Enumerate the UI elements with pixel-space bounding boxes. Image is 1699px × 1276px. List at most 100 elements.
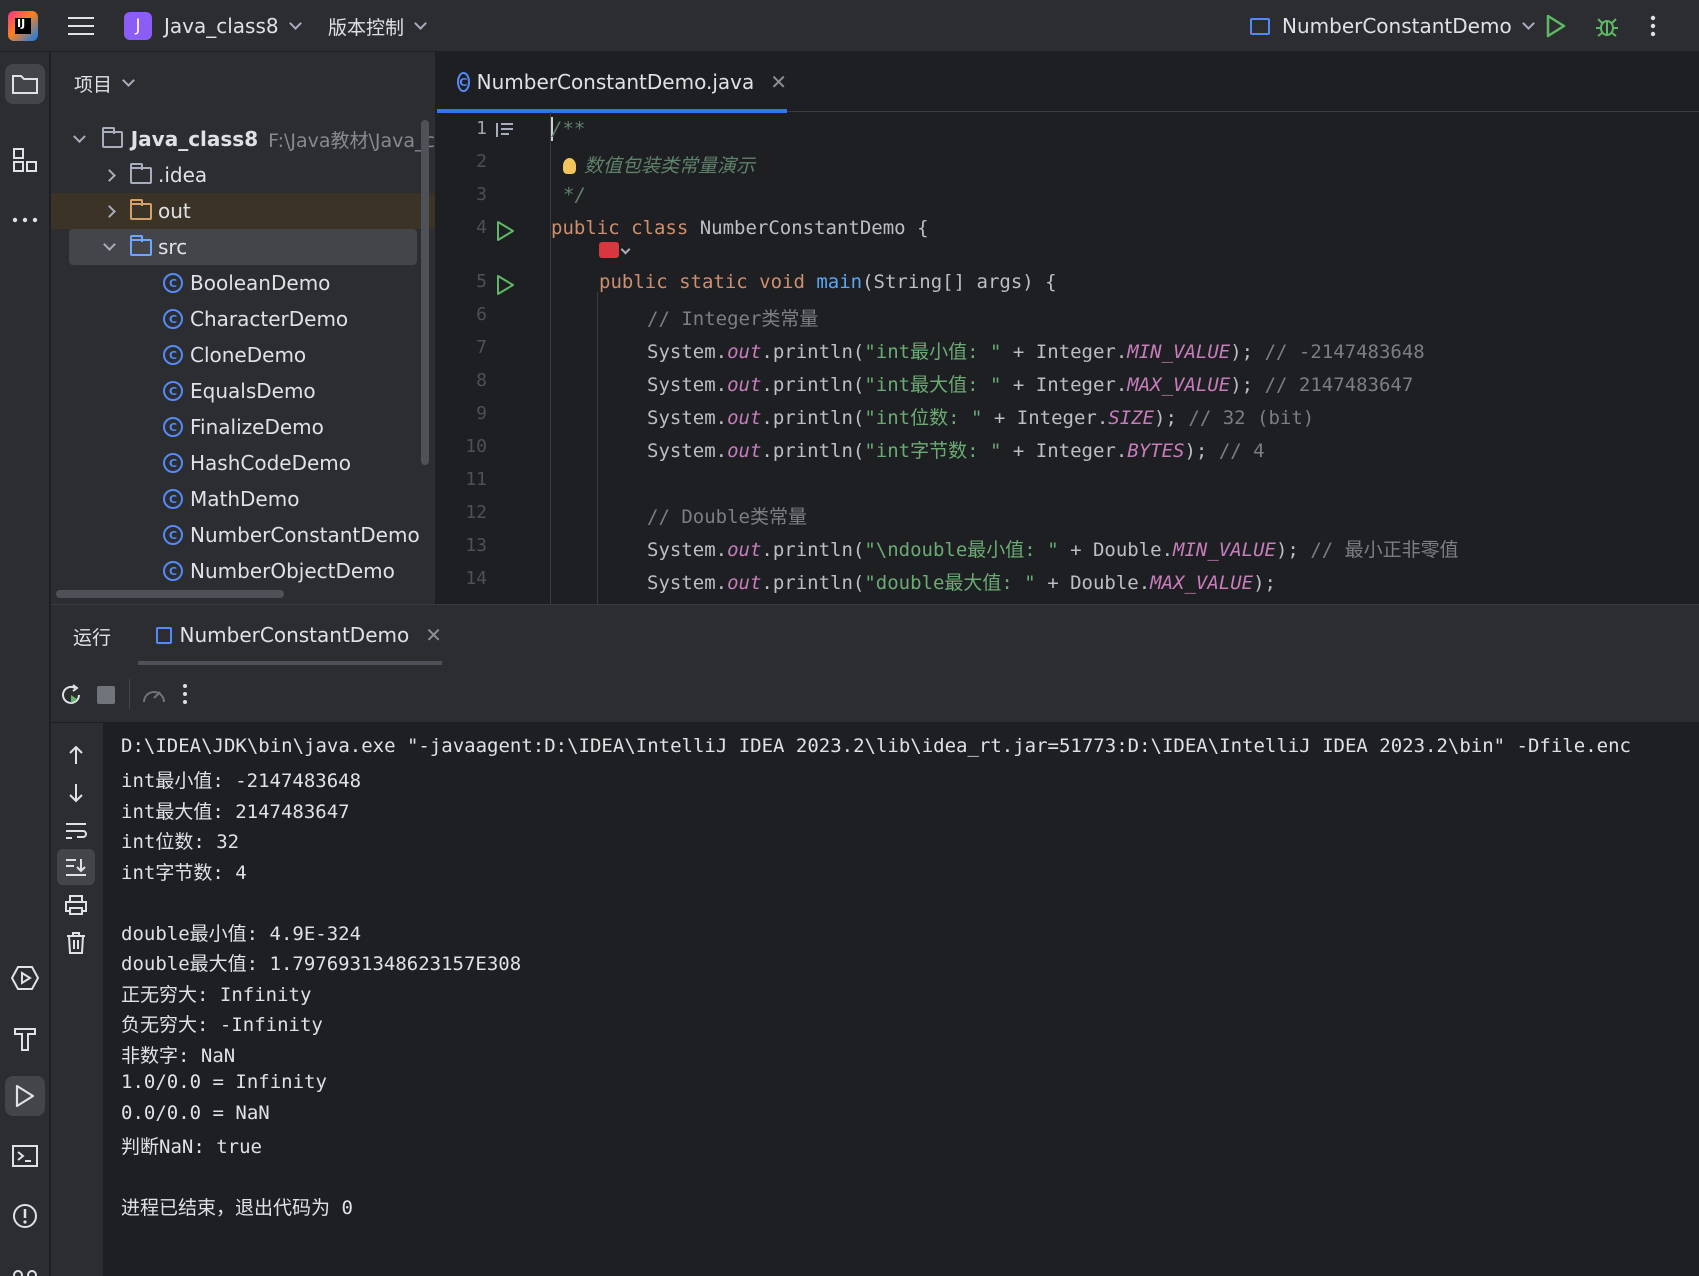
console-line: int字节数: 4 xyxy=(121,862,247,884)
code-line: 数值包装类常量演示 xyxy=(563,151,755,178)
soft-wrap-icon xyxy=(66,823,87,839)
more-tools-button[interactable] xyxy=(5,200,45,240)
tree-item-class[interactable]: C BooleanDemo xyxy=(51,265,435,301)
stop-icon[interactable] xyxy=(97,686,115,704)
chevron-down-icon[interactable] xyxy=(620,244,631,255)
console-line: 负无穷大: -Infinity xyxy=(121,1014,323,1036)
soft-wrap-button[interactable] xyxy=(57,813,95,849)
ai-hint-icon[interactable] xyxy=(599,242,619,258)
line-number: 9 xyxy=(476,403,487,424)
tree-item-idea[interactable]: .idea xyxy=(51,157,435,193)
class-icon: C xyxy=(163,273,183,293)
clear-console-button[interactable] xyxy=(57,925,95,961)
project-vertical-scrollbar[interactable] xyxy=(421,120,429,465)
vcs-menu[interactable]: 版本控制 xyxy=(328,0,427,52)
tree-item-class[interactable]: C EqualsDemo xyxy=(51,373,435,409)
tree-item-class[interactable]: C MathDemo xyxy=(51,481,435,517)
tree-item-label: CharacterDemo xyxy=(190,307,349,331)
more-actions-button[interactable] xyxy=(1650,0,1656,52)
print-button[interactable] xyxy=(57,887,95,923)
close-icon[interactable]: ✕ xyxy=(425,623,442,647)
run-config-icon xyxy=(156,626,172,644)
editor-tab-bar: C NumberConstantDemo.java ✕ xyxy=(437,52,1699,113)
tree-item-out[interactable]: out xyxy=(51,193,435,229)
rerun-icon[interactable] xyxy=(59,683,83,707)
chevron-down-icon xyxy=(414,16,427,30)
code-line: System.out.println("int最小值: " + Integer.… xyxy=(647,341,1425,363)
class-name: NumberConstantDemo xyxy=(699,217,906,239)
run-button[interactable] xyxy=(1545,0,1567,52)
project-horizontal-scrollbar[interactable] xyxy=(56,590,284,598)
run-icon xyxy=(15,1084,35,1108)
more-vertical-icon xyxy=(1650,15,1656,37)
chevron-down-icon xyxy=(73,129,86,143)
run-tab-label: NumberConstantDemo xyxy=(179,623,410,647)
tree-item-src[interactable]: src xyxy=(69,229,417,265)
run-config-label: NumberConstantDemo xyxy=(1282,14,1512,38)
toolbar-separator xyxy=(129,679,130,709)
tree-root-path: F:\Java教材\Java_c xyxy=(268,129,435,152)
tree-item-class[interactable]: C NumberObjectDemo xyxy=(51,553,435,589)
scroll-down-button[interactable] xyxy=(57,775,95,811)
run-tool-button[interactable] xyxy=(5,1076,45,1116)
project-name: Java_class8 xyxy=(164,14,279,38)
warning-circle-icon xyxy=(13,1204,37,1228)
code-editor: C NumberConstantDemo.java ✕ 1 2 3 4 5 6 … xyxy=(437,52,1699,604)
scroll-up-button[interactable] xyxy=(57,737,95,773)
debug-button[interactable] xyxy=(1595,0,1619,52)
code-line: System.out.println("double最大值: " + Doubl… xyxy=(647,572,1276,594)
chevron-right-icon xyxy=(103,168,116,182)
tree-item-class[interactable]: C CharacterDemo xyxy=(51,301,435,337)
console-output[interactable]: D:\IDEA\JDK\bin\java.exe "-javaagent:D:\… xyxy=(103,723,1699,1276)
class-icon: C xyxy=(163,417,183,437)
tree-item-class[interactable]: C NumberConstantDemo xyxy=(51,517,435,553)
build-tool-button[interactable] xyxy=(5,1018,45,1058)
tree-item-class[interactable]: C CloneDemo xyxy=(51,337,435,373)
console-line: double最大值: 1.7976931348623157E308 xyxy=(121,953,522,975)
console-line: 非数字: NaN xyxy=(121,1045,236,1067)
run-config-icon xyxy=(1250,17,1270,35)
run-tab[interactable]: NumberConstantDemo ✕ xyxy=(138,605,442,665)
project-selector[interactable]: J Java_class8 xyxy=(124,0,302,52)
tree-item-class[interactable]: C FinalizeDemo xyxy=(51,409,435,445)
services-tool-button[interactable] xyxy=(5,958,45,998)
project-panel-title: 项目 xyxy=(74,73,113,96)
console-line: double最小值: 4.9E-324 xyxy=(121,923,362,945)
line-number: 2 xyxy=(476,151,487,172)
run-config-selector[interactable]: NumberConstantDemo xyxy=(1250,0,1535,52)
line-number: 1 xyxy=(476,118,487,139)
terminal-tool-button[interactable] xyxy=(5,1136,45,1176)
editor-tab[interactable]: C NumberConstantDemo.java ✕ xyxy=(437,52,787,113)
run-panel: 运行 NumberConstantDemo ✕ D:\IDEA\JDK\bin\… xyxy=(51,604,1699,1276)
code-line: public static void main(String[] args) { xyxy=(599,271,1057,293)
tree-item-class[interactable]: C HashCodeDemo xyxy=(51,445,435,481)
code-area[interactable]: 1 2 3 4 5 6 7 8 9 10 11 12 13 14 /** 数值包… xyxy=(437,112,1699,604)
problems-tool-button[interactable] xyxy=(5,1196,45,1236)
tree-item-label: NumberObjectDemo xyxy=(190,559,395,583)
code-line: System.out.println("int位数: " + Integer.S… xyxy=(647,407,1315,429)
project-tool-button[interactable] xyxy=(5,64,45,104)
console-line: int最大值: 2147483647 xyxy=(121,801,350,823)
run-gutter-icon[interactable] xyxy=(494,220,516,242)
structure-tool-button[interactable] xyxy=(5,140,45,180)
tree-root[interactable]: Java_class8 F:\Java教材\Java_c xyxy=(51,121,435,157)
profiler-icon[interactable] xyxy=(141,683,167,705)
git-tool-button[interactable] xyxy=(5,1248,45,1276)
left-tool-strip xyxy=(0,52,50,1276)
console-line: int位数: 32 xyxy=(121,831,240,853)
main-menu-button[interactable] xyxy=(66,0,96,52)
project-panel-header[interactable]: 项目 xyxy=(51,52,435,114)
run-gutter-icon[interactable] xyxy=(494,274,516,296)
doc-render-icon[interactable] xyxy=(495,121,515,139)
code-line: public class NumberConstantDemo { xyxy=(551,217,929,239)
code-line: System.out.println("\ndouble最小值: " + Dou… xyxy=(647,539,1459,561)
more-vertical-icon[interactable] xyxy=(182,683,188,705)
console-line: int最小值: -2147483648 xyxy=(121,770,362,792)
lightbulb-icon[interactable] xyxy=(563,158,576,174)
run-toolbar xyxy=(51,665,1699,723)
close-icon[interactable]: ✕ xyxy=(770,70,787,94)
folder-icon xyxy=(12,75,38,94)
scroll-to-end-button[interactable] xyxy=(57,849,95,885)
tree-item-label: FinalizeDemo xyxy=(190,415,324,439)
vcs-label: 版本控制 xyxy=(328,16,405,39)
